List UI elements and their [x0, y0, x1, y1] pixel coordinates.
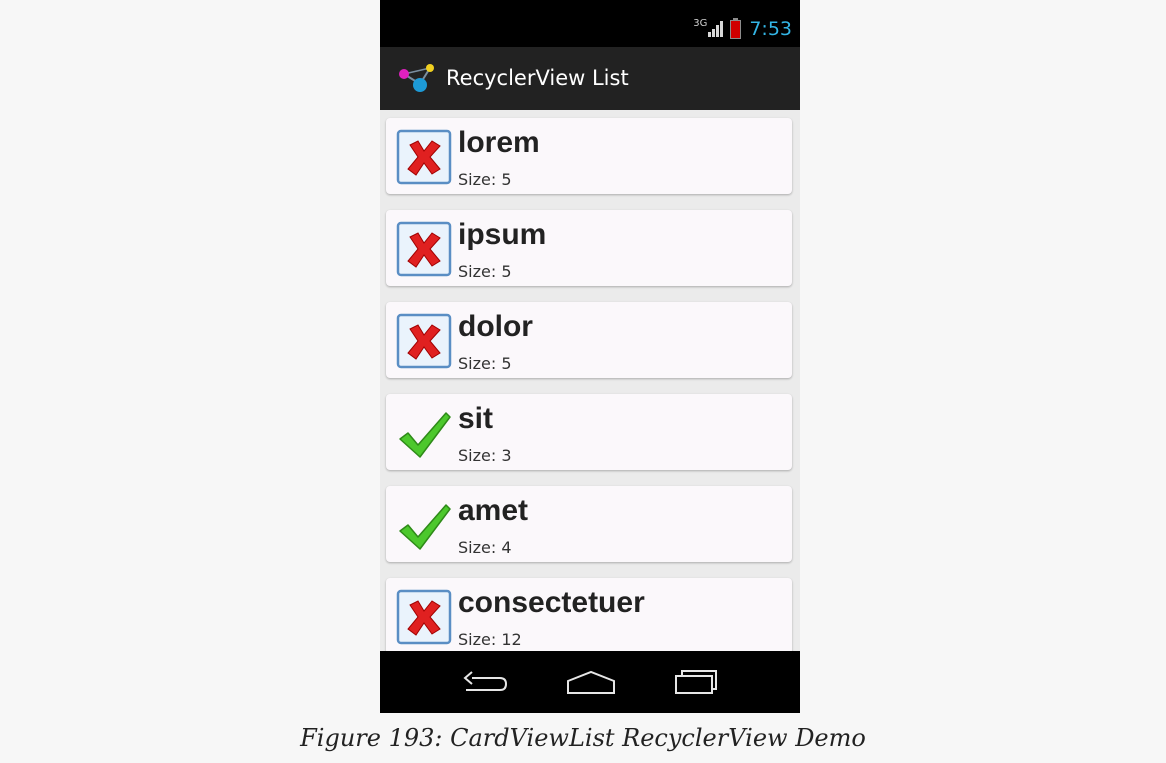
- item-size: Size: 4: [458, 538, 512, 557]
- battery-level-fill: [731, 20, 741, 38]
- item-word: dolor: [458, 310, 533, 343]
- signal-icon: [708, 21, 724, 37]
- status-bar: 3G 7:53: [380, 0, 800, 47]
- status-clock: 7:53: [749, 18, 792, 40]
- item-size: Size: 3: [458, 446, 512, 465]
- red-x-icon: [396, 129, 452, 185]
- recents-icon[interactable]: [674, 669, 720, 695]
- item-word: consectetuer: [458, 586, 645, 619]
- green-check-icon: [399, 504, 451, 550]
- action-bar: RecyclerView List: [380, 47, 800, 110]
- item-word: lorem: [458, 126, 540, 159]
- item-size: Size: 5: [458, 170, 512, 189]
- card-item[interactable]: sit Size: 3: [386, 394, 792, 470]
- card-item[interactable]: consectetuer Size: 12: [386, 578, 792, 651]
- battery-icon: [730, 17, 742, 39]
- green-check-icon: [399, 412, 451, 458]
- red-x-icon: [396, 589, 452, 645]
- red-x-icon: [396, 221, 452, 277]
- phone-screen: 3G 7:53 RecyclerView List lorem Size: 5: [380, 0, 800, 713]
- card-item[interactable]: dolor Size: 5: [386, 302, 792, 378]
- app-title: RecyclerView List: [446, 66, 629, 90]
- home-icon[interactable]: [566, 669, 616, 695]
- figure-caption: Figure 193: CardViewList RecyclerView De…: [300, 724, 866, 752]
- app-logo-icon[interactable]: [396, 64, 438, 96]
- network-type-label: 3G: [693, 17, 708, 29]
- item-size: Size: 5: [458, 262, 512, 281]
- status-icons: 3G 7:53: [693, 17, 792, 40]
- item-size: Size: 12: [458, 630, 522, 649]
- item-word: ipsum: [458, 218, 547, 251]
- item-word: sit: [458, 402, 494, 435]
- navigation-bar: [380, 651, 800, 713]
- item-size: Size: 5: [458, 354, 512, 373]
- red-x-icon: [396, 313, 452, 369]
- back-icon[interactable]: [462, 669, 508, 695]
- card-item[interactable]: ipsum Size: 5: [386, 210, 792, 286]
- card-item[interactable]: amet Size: 4: [386, 486, 792, 562]
- item-word: amet: [458, 494, 529, 527]
- card-item[interactable]: lorem Size: 5: [386, 118, 792, 194]
- recycler-list[interactable]: lorem Size: 5 ipsum Size: 5 dolor Size: …: [380, 110, 800, 651]
